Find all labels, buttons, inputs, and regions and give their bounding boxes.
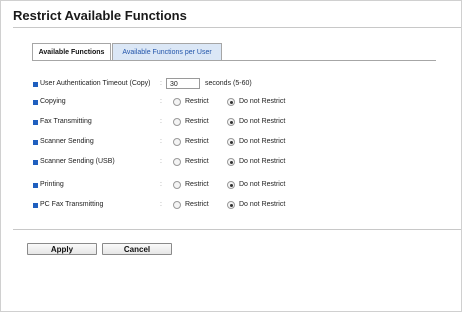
timeout-label: User Authentication Timeout (Copy): [40, 80, 151, 87]
bullet-icon: [33, 81, 38, 87]
restrict-option-label: Restrict: [185, 118, 209, 125]
function-row: Copying: Restrict Do not Restrict: [33, 96, 333, 108]
timeout-row: User Authentication Timeout (Copy): [33, 78, 163, 90]
do-not-restrict-radio[interactable]: [227, 158, 235, 166]
function-label-fax-transmitting: Fax Transmitting: [40, 118, 92, 125]
function-label-printing: Printing: [40, 181, 64, 188]
row-separator: :: [160, 201, 162, 208]
timeout-unit: seconds (5-60): [205, 80, 252, 87]
restrict-option-label: Restrict: [185, 158, 209, 165]
bullet-icon: [33, 182, 38, 188]
function-row: Fax Transmitting: Restrict Do not Restrict: [33, 116, 333, 128]
apply-button[interactable]: Apply: [27, 243, 97, 255]
do-not-restrict-radio[interactable]: [227, 138, 235, 146]
do-not-restrict-option-label: Do not Restrict: [239, 98, 286, 105]
function-label-copying: Copying: [40, 98, 66, 105]
function-row: Scanner Sending: Restrict Do not Restrict: [33, 136, 333, 148]
cancel-button[interactable]: Cancel: [102, 243, 172, 255]
do-not-restrict-option-label: Do not Restrict: [239, 138, 286, 145]
bullet-icon: [33, 202, 38, 208]
do-not-restrict-radio[interactable]: [227, 201, 235, 209]
function-label-scanner-sending-usb: Scanner Sending (USB): [40, 158, 115, 165]
function-row: Scanner Sending (USB): Restrict Do not Res…: [33, 156, 333, 168]
row-separator: :: [160, 158, 162, 165]
row-separator: :: [160, 138, 162, 145]
timeout-input[interactable]: 30: [166, 78, 200, 89]
restrict-radio[interactable]: [173, 138, 181, 146]
tab-available-functions-per-user[interactable]: Available Functions per User: [112, 43, 222, 60]
restrict-radio[interactable]: [173, 158, 181, 166]
bullet-icon: [33, 139, 38, 145]
row-separator: :: [160, 118, 162, 125]
function-label-pc-fax-transmitting: PC Fax Transmitting: [40, 201, 104, 208]
restrict-radio[interactable]: [173, 98, 181, 106]
do-not-restrict-radio[interactable]: [227, 181, 235, 189]
do-not-restrict-radio[interactable]: [227, 98, 235, 106]
do-not-restrict-radio[interactable]: [227, 118, 235, 126]
do-not-restrict-option-label: Do not Restrict: [239, 118, 286, 125]
page-title: Restrict Available Functions: [13, 8, 187, 23]
title-divider: [13, 27, 461, 28]
bullet-icon: [33, 159, 38, 165]
settings-panel: Restrict Available Functions Available F…: [0, 0, 462, 312]
row-separator: :: [160, 98, 162, 105]
function-row: Printing: Restrict Do not Restrict: [33, 179, 333, 191]
timeout-separator: :: [160, 80, 162, 87]
tab-available-functions[interactable]: Available Functions: [32, 43, 111, 60]
restrict-radio[interactable]: [173, 181, 181, 189]
do-not-restrict-option-label: Do not Restrict: [239, 158, 286, 165]
do-not-restrict-option-label: Do not Restrict: [239, 181, 286, 188]
restrict-radio[interactable]: [173, 118, 181, 126]
restrict-option-label: Restrict: [185, 98, 209, 105]
tab-underline: [32, 60, 436, 61]
row-separator: :: [160, 181, 162, 188]
restrict-option-label: Restrict: [185, 181, 209, 188]
function-label-scanner-sending: Scanner Sending: [40, 138, 94, 145]
bullet-icon: [33, 99, 38, 105]
restrict-option-label: Restrict: [185, 201, 209, 208]
restrict-option-label: Restrict: [185, 138, 209, 145]
function-row: PC Fax Transmitting: Restrict Do not Restr…: [33, 199, 333, 211]
bottom-divider: [13, 229, 461, 230]
bullet-icon: [33, 119, 38, 125]
restrict-radio[interactable]: [173, 201, 181, 209]
do-not-restrict-option-label: Do not Restrict: [239, 201, 286, 208]
